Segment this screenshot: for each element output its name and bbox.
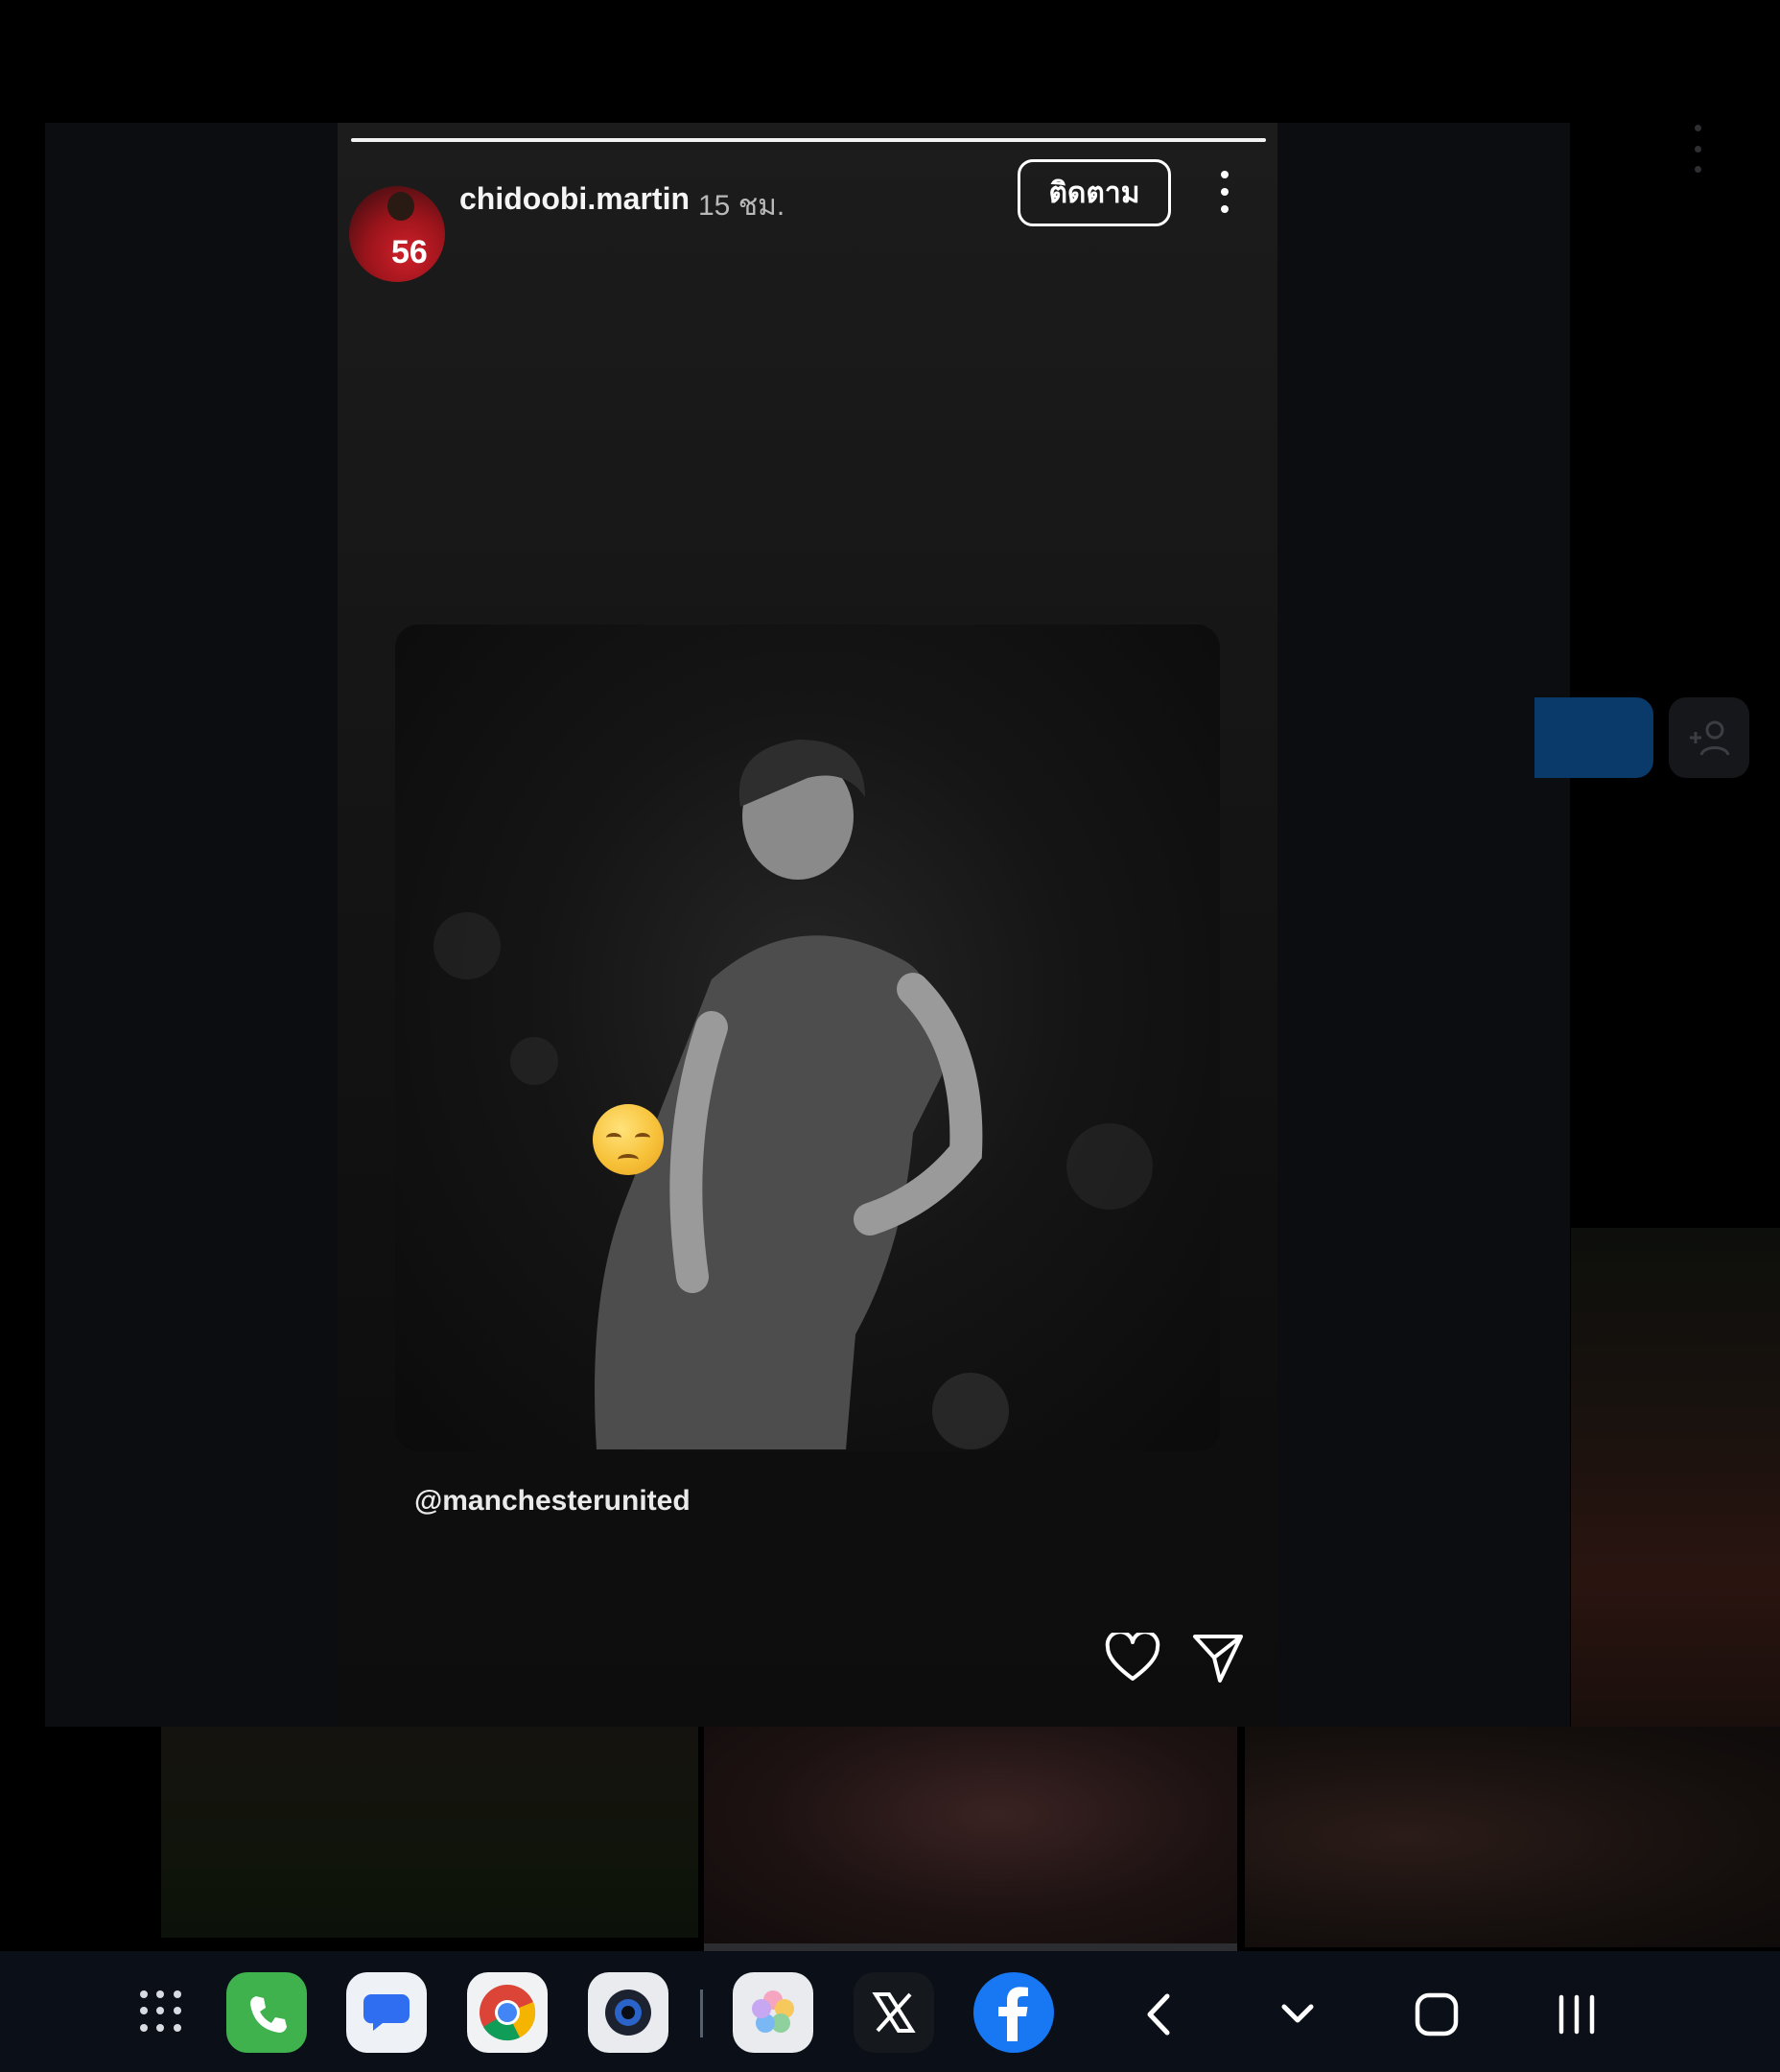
story-photo: [395, 624, 1220, 1451]
story-viewer[interactable]: 56 chidoobi.martin 15 ชม. ติดตาม @manche…: [338, 123, 1277, 1727]
recents-icon[interactable]: [1550, 1988, 1604, 2041]
follow-button[interactable]: ติดตาม: [1018, 159, 1171, 226]
gallery-app-icon[interactable]: [733, 1972, 813, 2053]
chrome-app-icon[interactable]: [467, 1972, 548, 2053]
avatar-shirt-number: 56: [391, 234, 428, 271]
apps-grid-icon[interactable]: [140, 1990, 182, 2033]
heart-icon[interactable]: [1105, 1633, 1160, 1683]
background-more-options-icon: [1688, 125, 1707, 173]
x-app-icon[interactable]: [854, 1972, 934, 2053]
pensive-face-emoji-sticker: [593, 1104, 664, 1175]
chevron-down-icon[interactable]: [1271, 1988, 1324, 2041]
mention-tag[interactable]: @manchesterunited: [414, 1485, 691, 1518]
player-silhouette: [595, 740, 983, 1449]
background-add-user-icon: [1669, 697, 1749, 778]
phone-app-icon[interactable]: [226, 1972, 307, 2053]
avatar[interactable]: 56: [349, 186, 445, 282]
more-options-icon[interactable]: [1218, 171, 1231, 213]
story-username[interactable]: chidoobi.martin: [459, 181, 690, 217]
background-grid-post: [704, 1727, 1237, 1945]
background-follow-button: [1534, 697, 1653, 778]
messages-app-icon[interactable]: [346, 1972, 427, 2053]
facebook-app-icon[interactable]: [973, 1972, 1054, 2053]
camera-app-icon[interactable]: [588, 1972, 668, 2053]
story-progress-bar: [351, 138, 1266, 142]
background-grid-post: [1245, 1727, 1780, 1947]
avatar-player-head: [387, 192, 414, 221]
back-icon[interactable]: [1132, 1988, 1185, 2041]
background-grid-divider: [704, 1943, 1237, 1951]
background-grid-post: [1571, 1228, 1780, 1727]
dock-divider: [700, 1990, 703, 2037]
home-icon[interactable]: [1410, 1988, 1464, 2041]
send-icon[interactable]: [1191, 1631, 1245, 1684]
background-grid-post: [161, 1727, 698, 1938]
story-timestamp: 15 ชม.: [698, 190, 785, 222]
